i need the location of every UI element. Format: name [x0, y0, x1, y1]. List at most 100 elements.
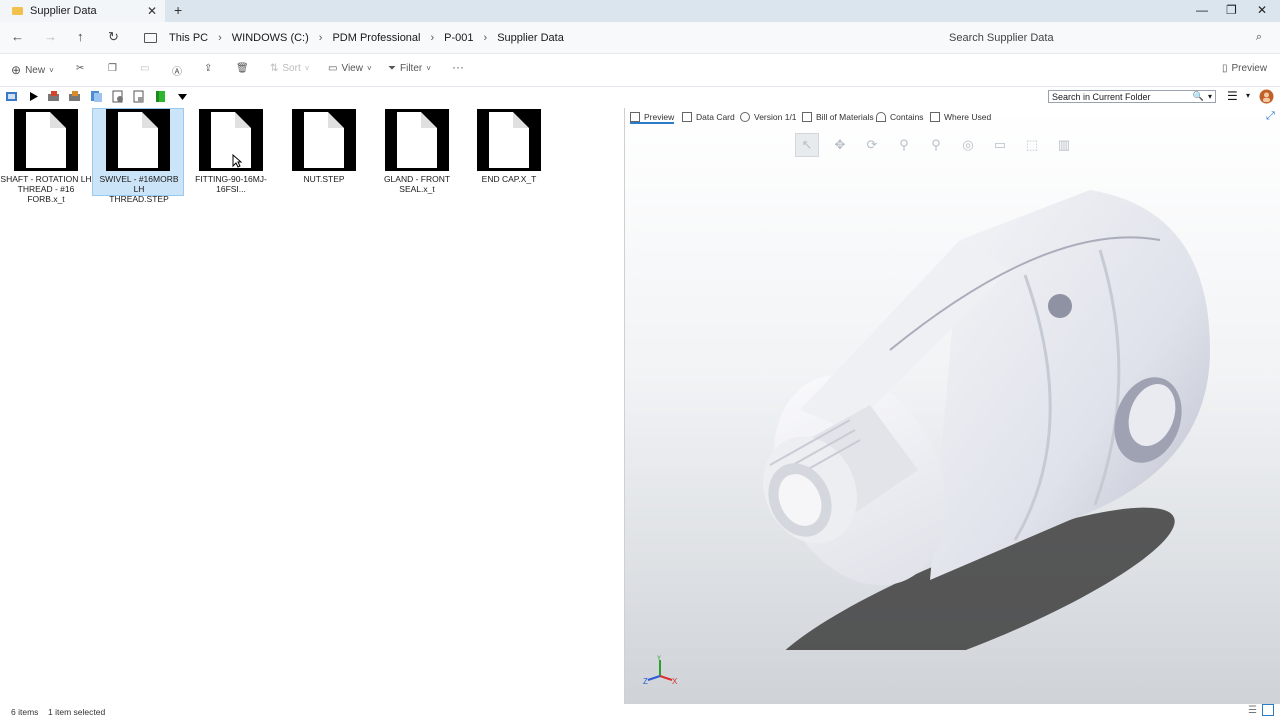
computer-icon[interactable] — [144, 32, 157, 43]
paste-icon[interactable]: ▭ — [140, 63, 149, 74]
sort-label: Sort — [282, 63, 301, 74]
chevron-down-icon: ˅ — [366, 64, 372, 73]
tiles-view-icon[interactable] — [1262, 704, 1274, 716]
tab-supplier-data[interactable]: Supplier Data ✕ — [0, 0, 165, 22]
sort-button[interactable]: ⇅ Sort ˅ — [270, 63, 309, 74]
pan-tool-icon[interactable]: ✥ — [829, 134, 851, 156]
chevron-down-icon: ˅ — [426, 64, 431, 73]
tab-bill-of-materials[interactable]: Bill of Materials — [802, 112, 874, 122]
file-thumbnail — [14, 109, 78, 171]
chevron-right-icon[interactable]: › — [218, 32, 222, 44]
view-options-icon[interactable]: ☰ — [1227, 89, 1238, 103]
view-button[interactable]: ▭ View ˅ — [328, 63, 372, 74]
copy-tree-icon[interactable] — [90, 90, 103, 103]
file-name: SWIVEL - #16MORB LH THREAD.STEP — [99, 174, 179, 204]
axis-x-label: X — [672, 677, 678, 686]
file-name: FITTING-90-16MJ-16FSI... — [195, 174, 267, 194]
file-item-selected[interactable]: SWIVEL - #16MORB LH THREAD.STEP — [92, 108, 184, 204]
user-avatar[interactable] — [1259, 89, 1274, 104]
rotate-tool-icon[interactable]: ⟳ — [861, 134, 883, 156]
restore-button[interactable]: ❐ — [1226, 3, 1237, 17]
check-out-icon[interactable] — [47, 90, 60, 103]
new-tab-button[interactable]: + — [174, 2, 182, 18]
search-icon[interactable]: ⌕ — [1256, 31, 1262, 44]
file-item[interactable]: NUT.STEP — [278, 108, 370, 196]
chevron-right-icon[interactable]: › — [431, 32, 435, 44]
up-button[interactable]: ↑ — [77, 29, 84, 44]
breadcrumb-p-001[interactable]: P-001 — [444, 32, 473, 44]
cut-icon[interactable]: ✂ — [76, 63, 84, 74]
copy-icon[interactable]: ❐ — [108, 63, 117, 74]
new-label: New — [25, 64, 46, 76]
more-options-icon[interactable]: ··· — [452, 60, 464, 74]
tab-data-card[interactable]: Data Card — [682, 112, 735, 122]
refresh-button[interactable]: ↻ — [108, 29, 119, 45]
preview-label: Preview — [1231, 63, 1268, 74]
explode-icon[interactable]: ▥ — [1053, 134, 1075, 156]
status-bar: 6 items 1 item selected ☰ — [0, 704, 1280, 720]
breadcrumb-this-pc[interactable]: This PC — [169, 32, 208, 44]
chevron-right-icon[interactable]: › — [319, 32, 323, 44]
dropdown-icon[interactable] — [176, 90, 189, 103]
tab-version[interactable]: Version 1/1 — [740, 112, 797, 122]
reference-icon[interactable] — [132, 90, 145, 103]
filter-icon: ⏷ — [388, 63, 396, 74]
forward-button[interactable]: → — [44, 29, 57, 44]
back-button[interactable]: ← — [11, 29, 24, 44]
preview-icon — [630, 112, 640, 122]
search-icon[interactable]: 🔍 — [1193, 91, 1204, 102]
filter-button[interactable]: ⏷ Filter ˅ — [388, 63, 431, 74]
close-tab-icon[interactable]: ✕ — [147, 4, 157, 18]
tab-where-used[interactable]: Where Used — [930, 112, 991, 122]
chevron-right-icon[interactable]: › — [484, 32, 488, 44]
get-version-icon[interactable] — [111, 90, 124, 103]
chevron-down-icon[interactable]: ▾ — [1246, 91, 1250, 100]
minimize-button[interactable]: — — [1196, 3, 1208, 17]
file-item[interactable]: END CAP.X_T — [463, 108, 555, 196]
plus-circle-icon: ⊕ — [11, 63, 22, 77]
breadcrumb-windows-c[interactable]: WINDOWS (C:) — [232, 32, 309, 44]
section-view-icon[interactable]: ⬚ — [1021, 134, 1043, 156]
zoom-area-icon[interactable]: ⚲ — [925, 134, 947, 156]
file-item[interactable]: SHAFT - ROTATION LH THREAD - #16 FORB.x_t — [0, 108, 92, 204]
close-window-button[interactable]: ✕ — [1257, 3, 1267, 17]
viewer-toolbar: ↖ ✥ ⟳ ⚲ ⚲ ◎ ▭ ⬚ ▥ — [795, 131, 1075, 159]
select-tool-icon[interactable]: ↖ — [795, 133, 819, 157]
axis-z-label: Z — [643, 677, 648, 686]
display-style-icon[interactable]: ▭ — [989, 134, 1011, 156]
folder-search-input[interactable]: Search in Current Folder 🔍 ▾ — [1048, 90, 1216, 103]
file-name: NUT.STEP — [303, 174, 345, 184]
chevron-down-icon[interactable]: ▾ — [1208, 92, 1212, 101]
file-item[interactable]: GLAND - FRONT SEAL.x_t — [371, 108, 463, 196]
delete-icon[interactable]: 🗑 — [236, 63, 249, 74]
tab-title: Supplier Data — [30, 5, 97, 17]
check-in-icon[interactable] — [68, 90, 81, 103]
tab-contains[interactable]: Contains — [876, 112, 924, 122]
green-file-icon[interactable] — [154, 90, 167, 103]
maximize-preview-icon[interactable]: ⤢ — [1266, 110, 1275, 123]
rename-icon[interactable]: Ⓐ — [172, 63, 182, 78]
breadcrumb-pdm-professional[interactable]: PDM Professional — [332, 32, 420, 44]
tab-preview[interactable]: Preview — [630, 112, 675, 124]
sort-icon: ⇅ — [270, 63, 279, 74]
bom-icon — [802, 112, 812, 122]
title-bar — [0, 0, 1280, 22]
play-icon[interactable] — [27, 90, 40, 103]
breadcrumb-supplier-data[interactable]: Supplier Data — [497, 32, 564, 44]
details-view-icon[interactable]: ☰ — [1248, 705, 1257, 716]
share-icon[interactable]: ⇪ — [204, 63, 212, 74]
document-icon — [304, 112, 344, 168]
file-item[interactable]: FITTING-90-16MJ-16FSI... — [185, 108, 277, 196]
zoom-fit-icon[interactable]: ◎ — [957, 134, 979, 156]
file-thumbnail — [385, 109, 449, 171]
file-thumbnail — [106, 109, 170, 171]
3d-model-preview — [763, 190, 1210, 650]
pdm-refresh-icon[interactable] — [5, 90, 18, 103]
filter-label: Filter — [400, 63, 423, 74]
contains-icon — [876, 112, 886, 122]
axis-y-label: Y — [657, 656, 661, 662]
search-input[interactable]: Search Supplier Data ⌕ — [940, 27, 1272, 48]
zoom-tool-icon[interactable]: ⚲ — [893, 134, 915, 156]
new-button[interactable]: ⊕ New ˅ — [11, 63, 54, 77]
preview-pane-button[interactable]: ▯ Preview — [1222, 63, 1267, 74]
